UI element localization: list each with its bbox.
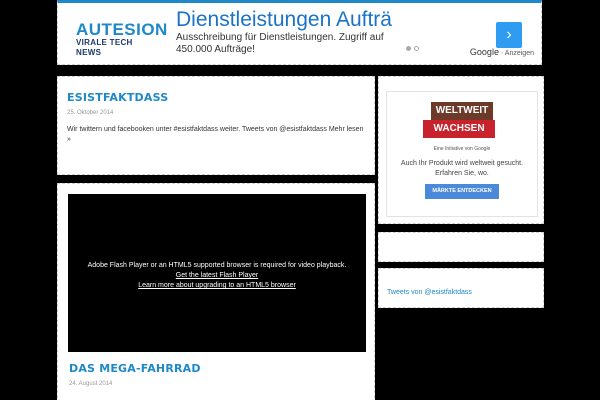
ad-headline[interactable]: Dienstleistungen Aufträ <box>176 8 474 32</box>
post-card: ESISTFAKTDASS 25. Oktober 2014 Wir twitt… <box>57 76 375 175</box>
sidebar-empty-widget <box>378 232 544 262</box>
post-card: Adobe Flash Player or an HTML5 supported… <box>57 183 375 400</box>
weltweit-wachsen-logo: WELTWEIT WACHSEN <box>421 102 503 144</box>
logo-line-weltweit: WELTWEIT <box>431 102 493 120</box>
post-title[interactable]: ESISTFAKTDASS <box>67 91 168 104</box>
tweets-link[interactable]: Tweets von @esistfaktdass <box>387 289 472 296</box>
video-player[interactable]: Adobe Flash Player or an HTML5 supported… <box>68 194 366 352</box>
flash-player-link[interactable]: Get the latest Flash Player <box>68 271 366 281</box>
html5-upgrade-link[interactable]: Learn more about upgrading to an HTML5 b… <box>68 281 366 291</box>
video-fallback-text: Adobe Flash Player or an HTML5 supported… <box>87 262 347 269</box>
sidebar-ad-widget: WELTWEIT WACHSEN Eine Initiative von Goo… <box>378 76 544 224</box>
post-title[interactable]: DAS MEGA-FAHRRAD <box>69 362 201 375</box>
header-ad-banner[interactable]: Dienstleistungen Aufträ Ausschreibung fü… <box>176 8 538 63</box>
logo-tagline: VIRALE TECH NEWS <box>76 38 133 57</box>
ad-description: Ausschreibung für Dienstleistungen. Zugr… <box>176 32 384 55</box>
ad-carousel-dots[interactable] <box>406 38 422 56</box>
ad-body-text: Auch Ihr Produkt wird weltweit gesucht. … <box>400 160 524 177</box>
chevron-right-icon: › <box>506 26 512 43</box>
carousel-dot[interactable] <box>414 46 419 51</box>
sidebar-twitter-widget: Tweets von @esistfaktdass <box>378 268 544 308</box>
logo-title: AUTESION <box>76 20 168 39</box>
site-logo[interactable]: AUTESION VIRALE TECH NEWS <box>76 20 168 58</box>
ad-arrow-button[interactable]: › <box>496 22 522 48</box>
ad-initiative-text: Eine Initiative von Google <box>433 146 491 152</box>
google-ads-label[interactable]: Google · Anzeigen <box>470 47 534 57</box>
discover-markets-button[interactable]: MÄRKTE ENTDECKEN <box>425 184 499 199</box>
site-header: AUTESION VIRALE TECH NEWS Dienstleistung… <box>57 0 542 65</box>
post-excerpt: Wir twittern und facebooken unter #esist… <box>67 126 364 143</box>
sidebar-ad[interactable]: WELTWEIT WACHSEN Eine Initiative von Goo… <box>386 91 538 217</box>
post-date: 24. August 2014 <box>69 381 113 387</box>
logo-line-wachsen: WACHSEN <box>423 120 495 138</box>
carousel-dot-active[interactable] <box>406 46 411 51</box>
post-date: 25. Oktober 2014 <box>67 110 114 116</box>
